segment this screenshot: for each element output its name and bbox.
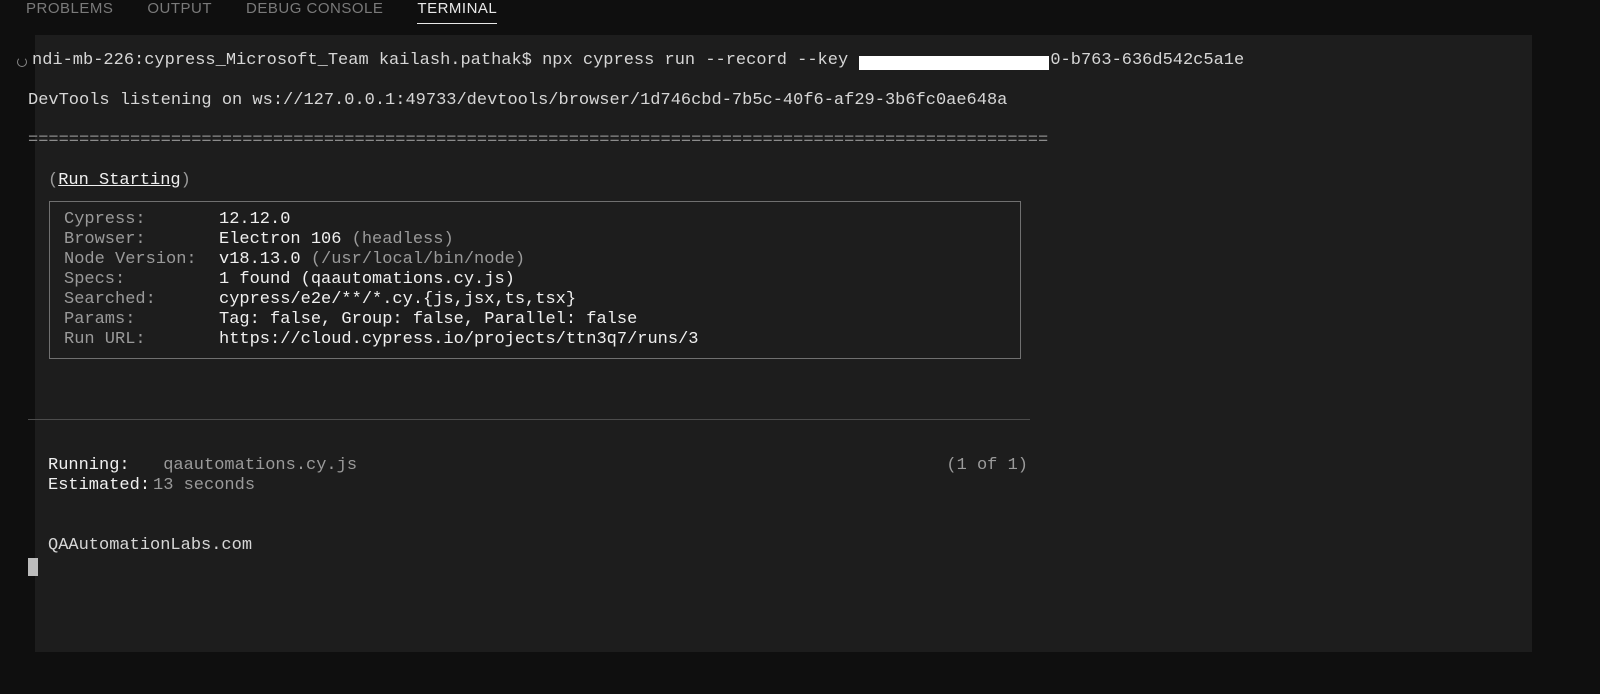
command-text-part2: 0-b763-636d542c5a1e <box>1050 51 1244 71</box>
running-label: Running: <box>48 456 153 476</box>
info-label-cypress: Cypress: <box>64 210 219 230</box>
info-value-searched: cypress/e2e/**/*.cy.{js,jsx,ts,tsx} <box>219 290 576 310</box>
info-value-params: Tag: false, Group: false, Parallel: fals… <box>219 310 637 330</box>
spec-describe: QAAutomationLabs.com <box>35 536 1532 556</box>
info-value-node: v18.13.0 (/usr/local/bin/node) <box>219 250 525 270</box>
estimated-label: Estimated: <box>48 476 153 496</box>
terminal-output[interactable]: ndi-mb-226:cypress_Microsoft_Team kailas… <box>35 35 1532 652</box>
redacted-key <box>859 56 1049 70</box>
info-label-runurl: Run URL: <box>64 330 219 350</box>
info-value-cypress: 12.12.0 <box>219 210 290 230</box>
terminal-cursor <box>28 558 38 576</box>
tab-debug-console[interactable]: DEBUG CONSOLE <box>246 0 383 23</box>
running-file: qaautomations.cy.js <box>163 456 357 475</box>
info-label-params: Params: <box>64 310 219 330</box>
spinner-icon <box>17 57 27 67</box>
section-divider <box>28 419 1030 420</box>
panel-tabs: PROBLEMS OUTPUT DEBUG CONSOLE TERMINAL <box>0 0 1600 27</box>
tab-terminal[interactable]: TERMINAL <box>417 0 497 24</box>
info-label-browser: Browser: <box>64 230 219 250</box>
devtools-line: DevTools listening on ws://127.0.0.1:497… <box>28 91 1532 111</box>
info-label-node: Node Version: <box>64 250 219 270</box>
info-label-specs: Specs: <box>64 270 219 290</box>
divider-line: ========================================… <box>28 131 1532 151</box>
shell-prompt: ndi-mb-226:cypress_Microsoft_Team kailas… <box>32 51 542 71</box>
run-starting-header: (Run Starting) <box>35 171 1532 191</box>
info-value-specs: 1 found (qaautomations.cy.js) <box>219 270 515 290</box>
run-info-box: Cypress: 12.12.0 Browser: Electron 106 (… <box>49 201 1021 359</box>
info-value-runurl: https://cloud.cypress.io/projects/ttn3q7… <box>219 330 698 350</box>
command-text-part1: npx cypress run --record --key <box>542 51 858 71</box>
info-label-searched: Searched: <box>64 290 219 310</box>
info-value-browser: Electron 106 (headless) <box>219 230 454 250</box>
running-count: (1 of 1) <box>946 456 1028 476</box>
tab-problems[interactable]: PROBLEMS <box>26 0 113 23</box>
estimated-value: 13 seconds <box>153 476 1532 496</box>
tab-output[interactable]: OUTPUT <box>147 0 212 23</box>
